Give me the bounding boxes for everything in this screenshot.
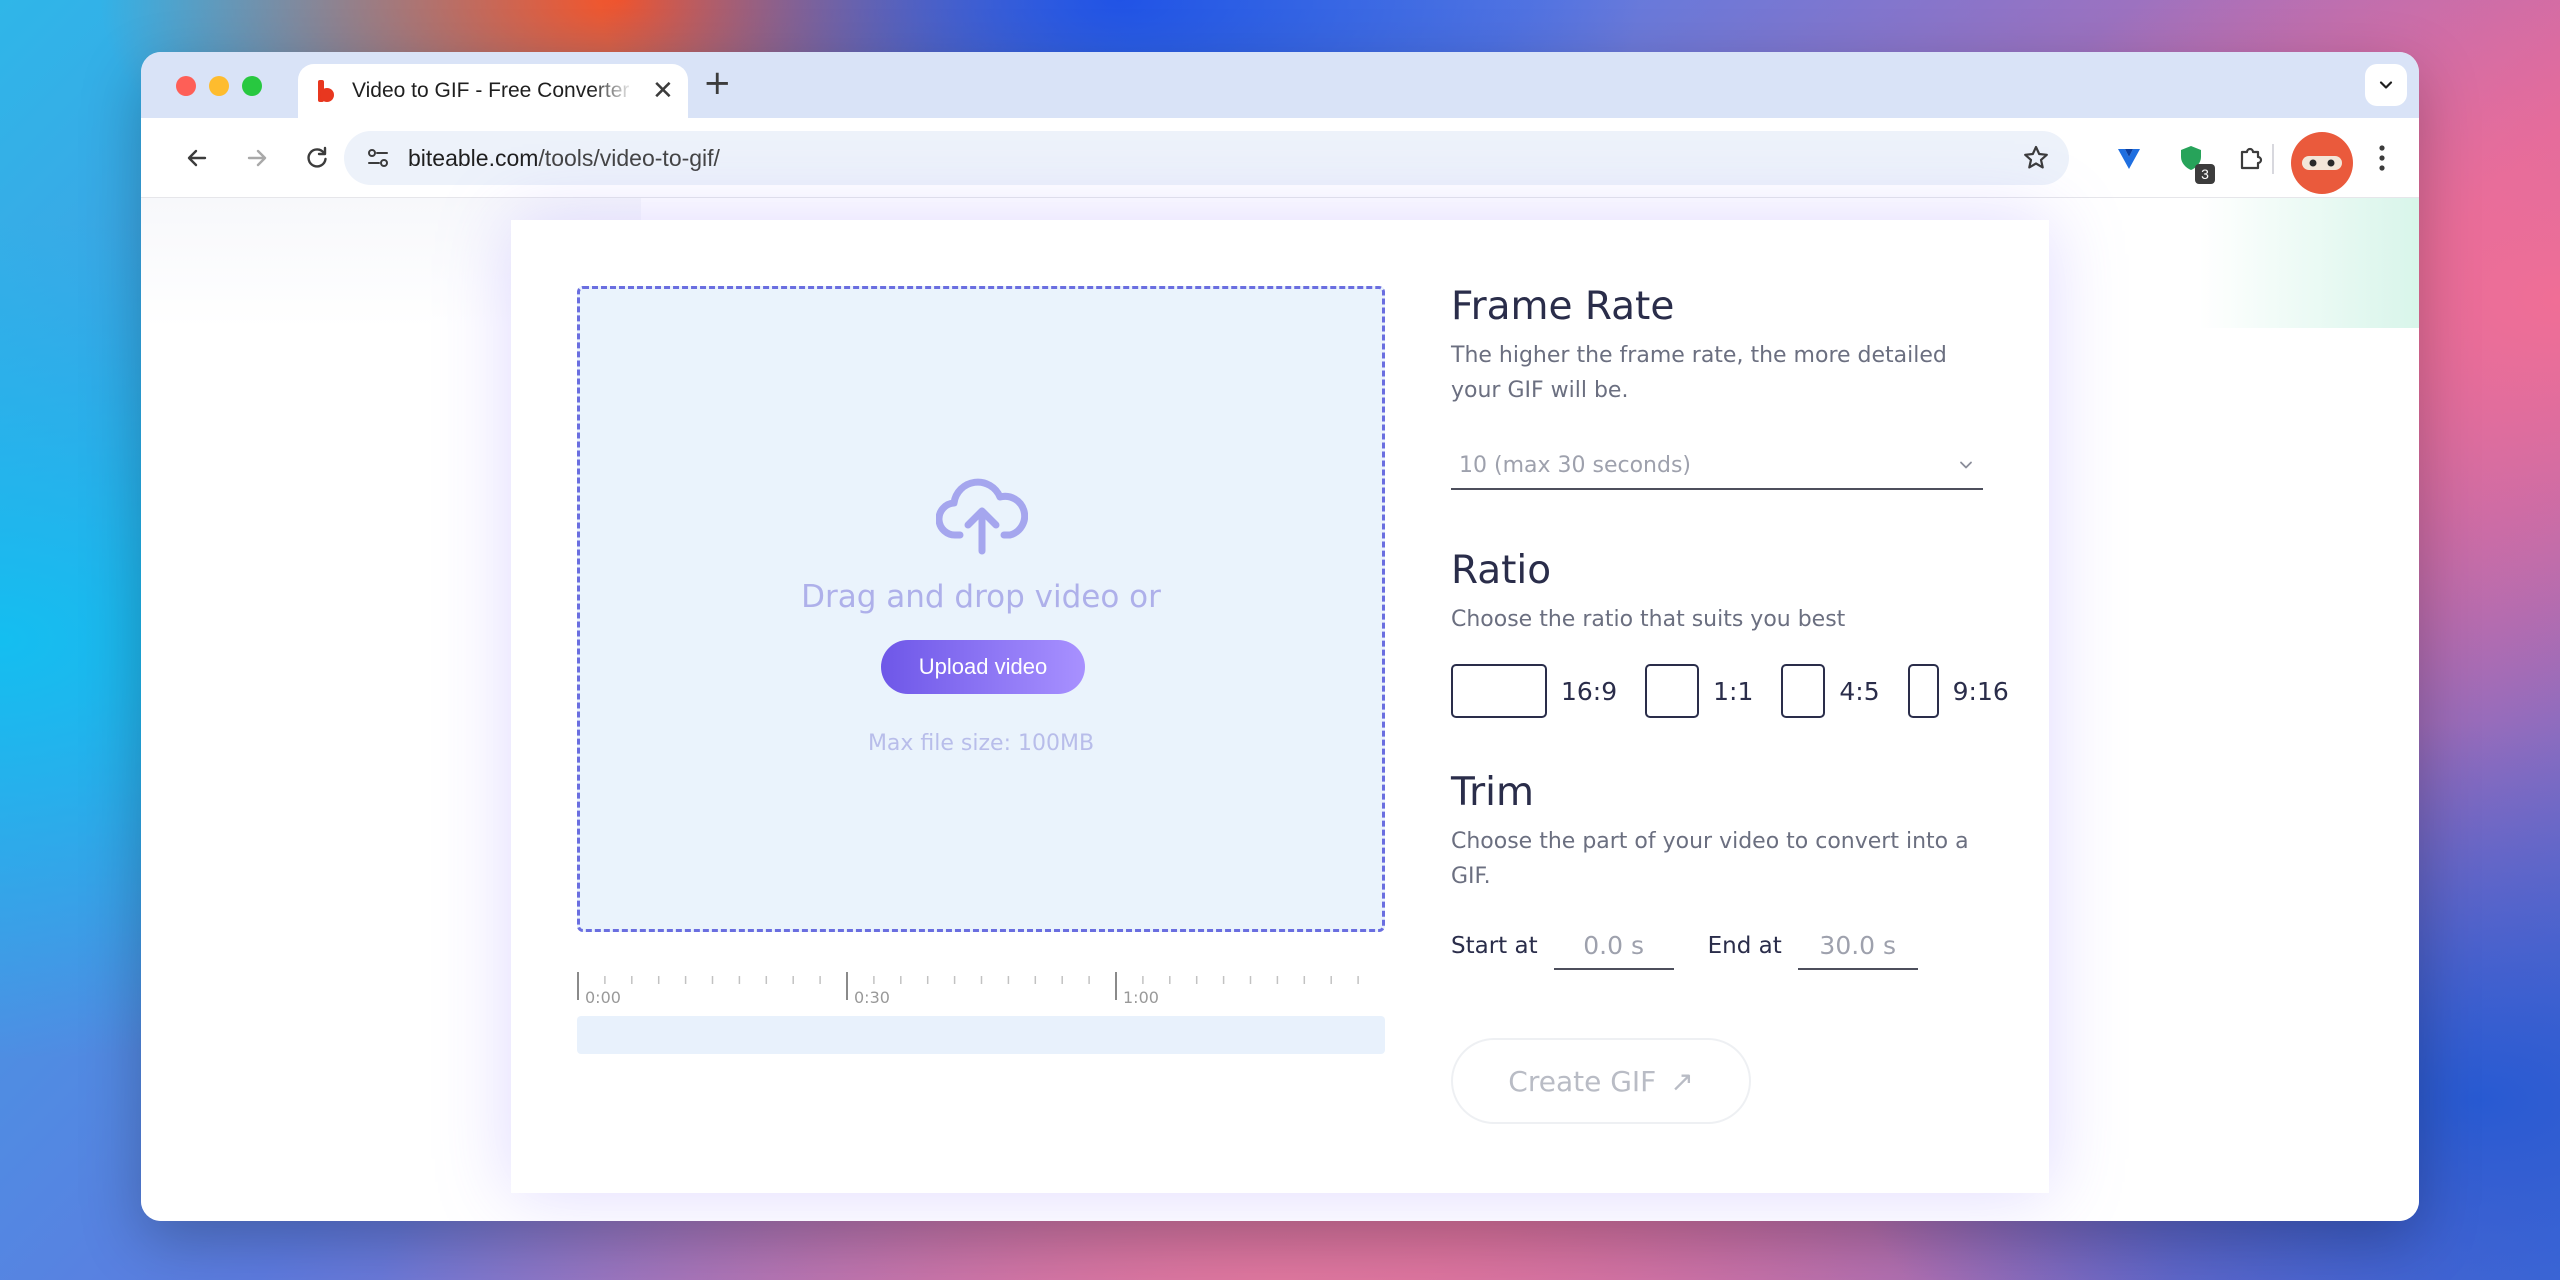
start-at-label: Start at <box>1451 933 1538 959</box>
ratio-label: 1:1 <box>1713 676 1754 706</box>
ratio-label: 4:5 <box>1839 676 1880 706</box>
blue-y-logo-icon <box>2118 149 2140 169</box>
reload-icon <box>307 146 327 168</box>
ratio-label: 16:9 <box>1561 676 1618 706</box>
cloud-upload-icon <box>936 478 1028 555</box>
ratio-1-1-box <box>1645 664 1700 718</box>
arrow-right-icon <box>247 149 267 167</box>
converter-card: Drag and drop video or Upload video Max … <box>511 220 2049 1193</box>
create-gif-button[interactable]: Create GIF ↗ <box>1451 1038 1751 1124</box>
reload-button[interactable] <box>297 138 337 178</box>
tab-active[interactable]: Video to GIF - Free Converter ✕ <box>298 64 688 118</box>
trim-description: Choose the part of your video to convert… <box>1451 829 1969 889</box>
ratio-heading: Ratio <box>1451 548 1552 593</box>
url-path: /tools/video-to-gif/ <box>538 144 720 171</box>
url-host: biteable.com <box>408 144 539 171</box>
upload-video-button[interactable]: Upload video <box>881 640 1085 694</box>
video-dropzone[interactable]: Drag and drop video or Upload video Max … <box>577 286 1385 932</box>
chevron-down-icon <box>2379 81 2393 89</box>
end-at-input[interactable]: 30.0 s <box>1797 922 1918 970</box>
toolbar-separator <box>2272 144 2274 174</box>
timeline-ruler: 0:00 0:30 1:00 <box>577 970 1385 1007</box>
ratio-16-9-box <box>1451 664 1547 718</box>
address-bar[interactable]: biteable.com/tools/video-to-gif/ <box>344 131 2069 185</box>
arrow-left-icon <box>187 149 207 167</box>
create-gif-label: Create GIF <box>1508 1064 1657 1098</box>
extensions-button[interactable] <box>2231 138 2271 178</box>
forward-button[interactable] <box>237 138 277 178</box>
arrow-up-right-icon: ↗ <box>1670 1064 1694 1098</box>
browser-toolbar: biteable.com/tools/video-to-gif/ 3 <box>141 118 2419 198</box>
site-settings-icon[interactable] <box>360 140 396 176</box>
ratio-option-1-1[interactable]: 1:1 <box>1645 664 1753 718</box>
ratio-option-16-9[interactable]: 16:9 <box>1451 664 1617 718</box>
timeline-label-0: 0:00 <box>585 988 621 1007</box>
extension-y-button[interactable] <box>2109 138 2149 178</box>
chevron-down-icon <box>1960 461 1972 469</box>
timeline-label-30: 0:30 <box>854 988 890 1007</box>
tab-search-button[interactable] <box>2365 64 2407 106</box>
extension-shield-button[interactable]: 3 <box>2171 138 2215 184</box>
minimize-window-button[interactable] <box>209 76 229 96</box>
frame-rate-description: The higher the frame rate, the more deta… <box>1451 343 1947 403</box>
avatar-mask-icon <box>2302 156 2342 170</box>
frame-rate-select[interactable]: 10 (max 30 seconds) <box>1451 442 1983 490</box>
max-file-size-text: Max file size: 100MB <box>867 731 1095 756</box>
ratio-description: Choose the ratio that suits you best <box>1451 607 1846 632</box>
background-decoration <box>2199 198 2419 328</box>
maximize-window-button[interactable] <box>242 76 262 96</box>
close-window-button[interactable] <box>176 76 196 96</box>
tab-title: Video to GIF - Free Converter <box>352 79 630 102</box>
more-vertical-icon <box>2379 145 2385 171</box>
tab-strip: Video to GIF - Free Converter ✕ + <box>141 52 2419 118</box>
frame-rate-heading: Frame Rate <box>1451 284 1675 329</box>
back-button[interactable] <box>177 138 217 178</box>
profile-avatar[interactable] <box>2291 132 2353 194</box>
timeline-ticks <box>577 972 1359 1000</box>
browser-window: Video to GIF - Free Converter ✕ + biteab… <box>141 52 2419 1221</box>
new-tab-button[interactable]: + <box>703 66 732 100</box>
url-text: biteable.com/tools/video-to-gif/ <box>408 145 720 172</box>
biteable-favicon-icon <box>316 80 336 102</box>
ratio-option-4-5[interactable]: 4:5 <box>1781 664 1880 718</box>
drag-drop-text: Drag and drop video or <box>801 579 1161 615</box>
ratio-label: 9:16 <box>1952 676 2009 706</box>
puzzle-icon <box>2240 147 2263 170</box>
ratio-4-5-box <box>1781 664 1826 718</box>
ratio-9-16-box <box>1907 664 1939 718</box>
start-at-input[interactable]: 0.0 s <box>1553 922 1674 970</box>
bookmark-star-icon[interactable] <box>2021 143 2051 177</box>
end-at-label: End at <box>1707 933 1782 959</box>
frame-rate-selected: 10 (max 30 seconds) <box>1459 452 1691 478</box>
trim-heading: Trim <box>1451 770 1534 815</box>
timeline-track[interactable] <box>577 1016 1385 1054</box>
ratio-options: 16:9 1:1 4:5 9:16 <box>1451 664 2009 718</box>
timeline-label-60: 1:00 <box>1123 988 1159 1007</box>
ratio-option-9-16[interactable]: 9:16 <box>1907 664 2009 718</box>
tab-close-icon[interactable]: ✕ <box>652 78 674 104</box>
browser-menu-button[interactable] <box>2367 138 2397 178</box>
page-viewport: Drag and drop video or Upload video Max … <box>141 198 2419 1221</box>
extension-badge: 3 <box>2195 164 2215 184</box>
trim-controls: Start at 0.0 s End at 30.0 s <box>1451 922 1952 970</box>
